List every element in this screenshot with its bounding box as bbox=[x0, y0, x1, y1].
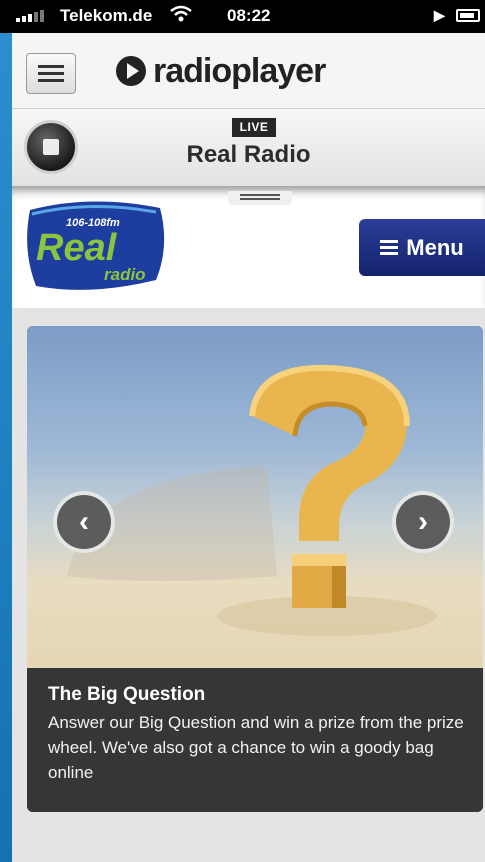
svg-text:radio: radio bbox=[104, 265, 146, 284]
chevron-right-icon: › bbox=[418, 505, 428, 538]
slide-image[interactable]: ‹ › bbox=[27, 326, 483, 668]
hamburger-icon[interactable] bbox=[26, 53, 76, 94]
carousel-next-button[interactable]: › bbox=[392, 491, 454, 553]
play-icon: ▶ bbox=[434, 7, 445, 23]
svg-text:Real: Real bbox=[36, 227, 118, 269]
real-radio-logo[interactable]: 106-108fm Real radio bbox=[20, 200, 168, 292]
list-icon bbox=[380, 239, 399, 256]
carrier-name: Telekom.de bbox=[60, 6, 153, 25]
radioplayer-app: radioplayer LIVE Real Radio 106-108fm Re… bbox=[12, 33, 485, 862]
drag-handle[interactable] bbox=[228, 191, 292, 205]
clock-time: 08:22 bbox=[227, 6, 271, 25]
menu-button[interactable]: Menu bbox=[359, 219, 485, 276]
menu-button-label: Menu bbox=[406, 234, 464, 260]
top-bar: radioplayer bbox=[12, 33, 485, 109]
status-bar: Telekom.de 08:22 ▶ bbox=[0, 0, 485, 33]
chevron-left-icon: ‹ bbox=[79, 505, 89, 538]
battery-icon bbox=[456, 9, 480, 22]
radioplayer-logo: radioplayer bbox=[115, 51, 326, 91]
slide-description: Answer our Big Question and win a prize … bbox=[48, 713, 464, 782]
radioplayer-disc-icon bbox=[115, 55, 147, 87]
promo-carousel: ‹ › The Big Question Answer our Big Ques… bbox=[27, 326, 483, 812]
signal-bars-icon bbox=[16, 10, 44, 22]
now-playing-bar: LIVE Real Radio bbox=[12, 109, 485, 186]
slide-caption[interactable]: The Big Question Answer our Big Question… bbox=[27, 668, 483, 812]
screen-frame-edge bbox=[0, 0, 12, 862]
station-title: Real Radio bbox=[186, 141, 311, 168]
carousel-prev-button[interactable]: ‹ bbox=[53, 491, 115, 553]
wifi-icon bbox=[170, 5, 192, 28]
logo-text: radioplayer bbox=[153, 51, 326, 90]
slide-title: The Big Question bbox=[48, 684, 206, 705]
live-badge: LIVE bbox=[232, 118, 276, 137]
